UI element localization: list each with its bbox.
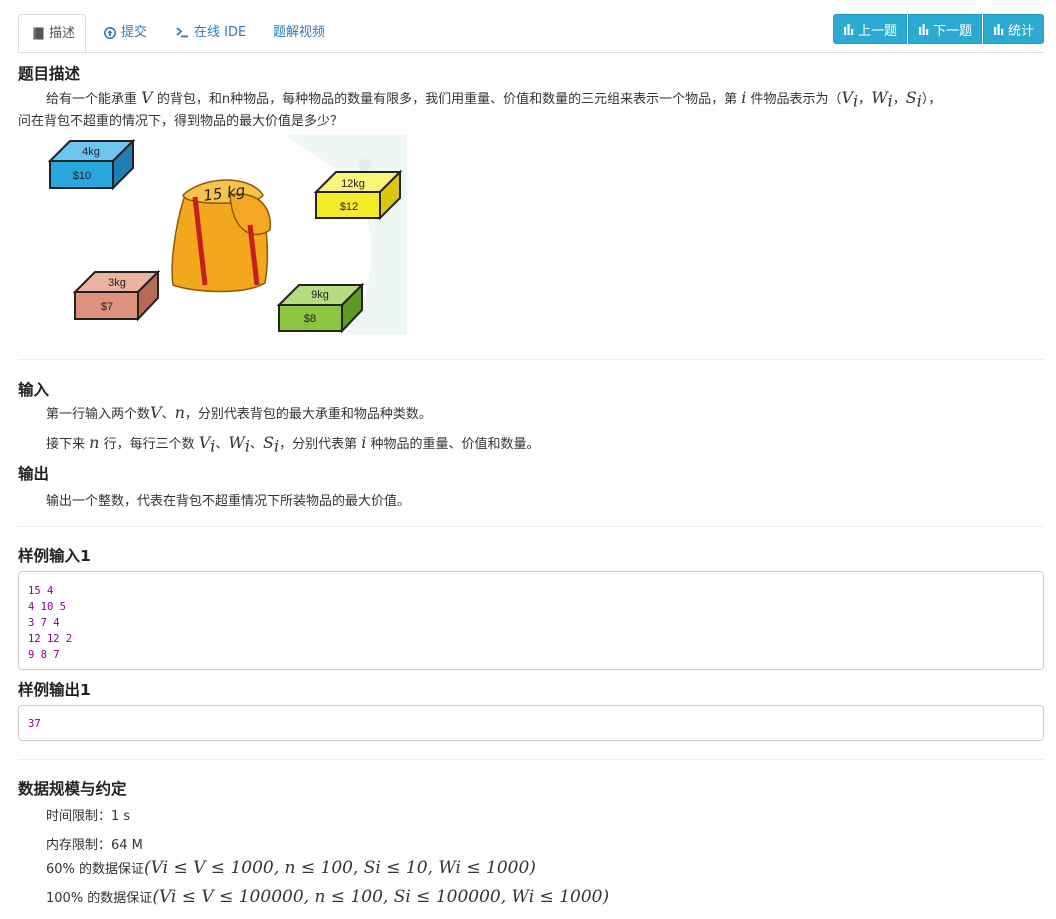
problem-nav-buttons: 上一题 下一题 统计 — [832, 14, 1044, 44]
bar-chart-icon — [993, 23, 1004, 35]
description-heading: 题目描述 — [18, 65, 81, 83]
code-line: 9 8 7 — [28, 649, 60, 661]
sample-input-heading: 样例输入1 — [18, 547, 91, 565]
sample-input-block[interactable]: 15 4 4 10 5 3 7 4 12 12 2 9 8 7 — [18, 571, 1044, 670]
description-line-2: 问在背包不超重的情况下，得到物品的最大价值是多少？ — [18, 114, 344, 129]
math-Vi: V — [841, 88, 854, 107]
input-line-2: 接下来 n 行，每行三个数 Vi、Wi、Si，分别代表第 i 种物品的重量、价值… — [46, 433, 540, 456]
output-heading: 输出 — [18, 465, 50, 483]
sample-output-heading: 样例输出1 — [18, 681, 91, 699]
code-line: 3 7 4 — [28, 617, 60, 629]
item-weight-label: 9kg — [311, 289, 329, 301]
constraint-60-percent: 60% 的数据保证(Vi ≤ V ≤ 1000, n ≤ 100, Si ≤ 1… — [46, 858, 536, 878]
terminal-icon — [176, 27, 188, 38]
next-problem-label: 下一题 — [932, 23, 972, 39]
tab-submit[interactable]: 提交 — [104, 14, 147, 51]
divider — [18, 759, 1044, 760]
tab-online-ide[interactable]: 在线 IDE — [176, 14, 246, 51]
text-segment: 件物品表示为（ — [746, 92, 842, 107]
text-segment: 60% 的数据保证 — [46, 862, 145, 877]
item-price-label: $8 — [304, 313, 316, 325]
text-segment: 、 — [161, 407, 175, 422]
math-constraint: (Vi ≤ V ≤ 1000, n ≤ 100, Si ≤ 10, Wi ≤ 1… — [144, 858, 536, 878]
math-n: n — [174, 403, 185, 422]
code-line: 37 — [28, 718, 41, 730]
item-weight-label: 4kg — [82, 146, 100, 158]
output-line: 输出一个整数，代表在背包不超重情况下所装物品的最大价值。 — [46, 494, 411, 509]
book-icon — [33, 27, 44, 39]
knapsack-illustration-svg: 4kg $10 15 kg 12kg $12 3kg $7 9kg $8 — [47, 135, 407, 335]
math-Wi: W — [871, 88, 888, 107]
memory-limit: 内存限制：64 M — [46, 838, 143, 853]
time-limit: 时间限制：1 s — [46, 809, 131, 824]
text-segment: 种物品的重量、价值和数量。 — [366, 437, 540, 452]
text-segment: ， — [858, 92, 872, 107]
bar-chart-icon — [918, 23, 929, 35]
problem-page: 描述 提交 在线 IDE 题解视频 上一题 下一题 统计 题目描述 给有一个能承… — [0, 0, 1056, 919]
tab-description[interactable]: 描述 — [18, 14, 86, 52]
math-Si: S — [905, 88, 917, 107]
tab-description-label: 描述 — [49, 25, 76, 41]
text-segment: 接下来 — [46, 437, 90, 452]
divider — [18, 359, 1044, 360]
math-constraint: (Vi ≤ V ≤ 100000, n ≤ 100, Si ≤ 100000, … — [152, 887, 610, 907]
constraints-heading: 数据规模与约定 — [18, 780, 127, 798]
math-Wi: W — [228, 433, 245, 452]
bar-chart-icon — [843, 23, 854, 35]
item-box-12kg: 12kg $12 — [313, 169, 403, 221]
code-line: 15 4 — [28, 585, 54, 597]
next-problem-button[interactable]: 下一题 — [907, 14, 982, 44]
text-segment: ）， — [921, 92, 942, 107]
code-line: 4 10 5 — [28, 601, 66, 613]
backpack-image: 15 kg — [171, 179, 271, 293]
item-weight-label: 3kg — [108, 277, 126, 289]
item-price-label: $10 — [73, 170, 91, 182]
text-segment: ，分别代表第 — [279, 437, 362, 452]
item-price-label: $12 — [340, 201, 358, 213]
text-segment: 行，每行三个数 — [99, 437, 199, 452]
description-line-1: 给有一个能承重 V 的背包，和n种物品，每种物品的数量有限多，我们用重量、价值和… — [46, 88, 941, 111]
tab-submit-label: 提交 — [121, 25, 148, 40]
math-Si: S — [263, 433, 274, 452]
item-box-9kg: 9kg $8 — [276, 282, 365, 334]
constraint-100-percent: 100% 的数据保证(Vi ≤ V ≤ 100000, n ≤ 100, Si … — [46, 887, 609, 907]
tab-online-ide-label: 在线 IDE — [194, 25, 247, 40]
text-segment: ， — [892, 92, 906, 107]
text-segment: 给有一个能承重 — [46, 92, 142, 107]
statistics-label: 统计 — [1007, 23, 1034, 39]
input-line-1: 第一行输入两个数V、n，分别代表背包的最大承重和物品种类数。 — [46, 403, 432, 422]
tab-solution-video-label: 题解视频 — [273, 25, 326, 40]
text-segment: 的背包，和n种物品，每种物品的数量有限多，我们用重量、价值和数量的三元组来表示一… — [152, 92, 742, 107]
knapsack-illustration: 4kg $10 15 kg 12kg $12 3kg $7 9kg $8 — [45, 135, 407, 335]
item-box-4kg: 4kg $10 — [47, 138, 136, 191]
sample-output-block[interactable]: 37 — [18, 705, 1044, 741]
math-V: V — [141, 88, 153, 107]
item-weight-label: 12kg — [341, 178, 365, 190]
text-segment: 100% 的数据保证 — [46, 891, 153, 906]
input-heading: 输入 — [18, 381, 50, 399]
text-segment: 、 — [250, 437, 264, 452]
item-price-label: $7 — [101, 301, 113, 313]
code-line: 12 12 2 — [28, 633, 73, 645]
math-V: V — [150, 403, 162, 422]
statistics-button[interactable]: 统计 — [982, 14, 1044, 44]
item-box-3kg: 3kg $7 — [72, 269, 161, 322]
upload-circle-icon — [104, 26, 116, 39]
tab-solution-video[interactable]: 题解视频 — [273, 14, 325, 51]
math-Vi: V — [198, 433, 211, 452]
text-segment: ，分别代表背包的最大承重和物品种类数。 — [184, 407, 432, 422]
prev-problem-button[interactable]: 上一题 — [832, 14, 907, 44]
math-n: n — [89, 433, 100, 452]
text-segment: 、 — [215, 437, 229, 452]
divider — [18, 526, 1044, 527]
prev-problem-label: 上一题 — [857, 23, 897, 39]
text-segment: 第一行输入两个数 — [46, 407, 151, 422]
